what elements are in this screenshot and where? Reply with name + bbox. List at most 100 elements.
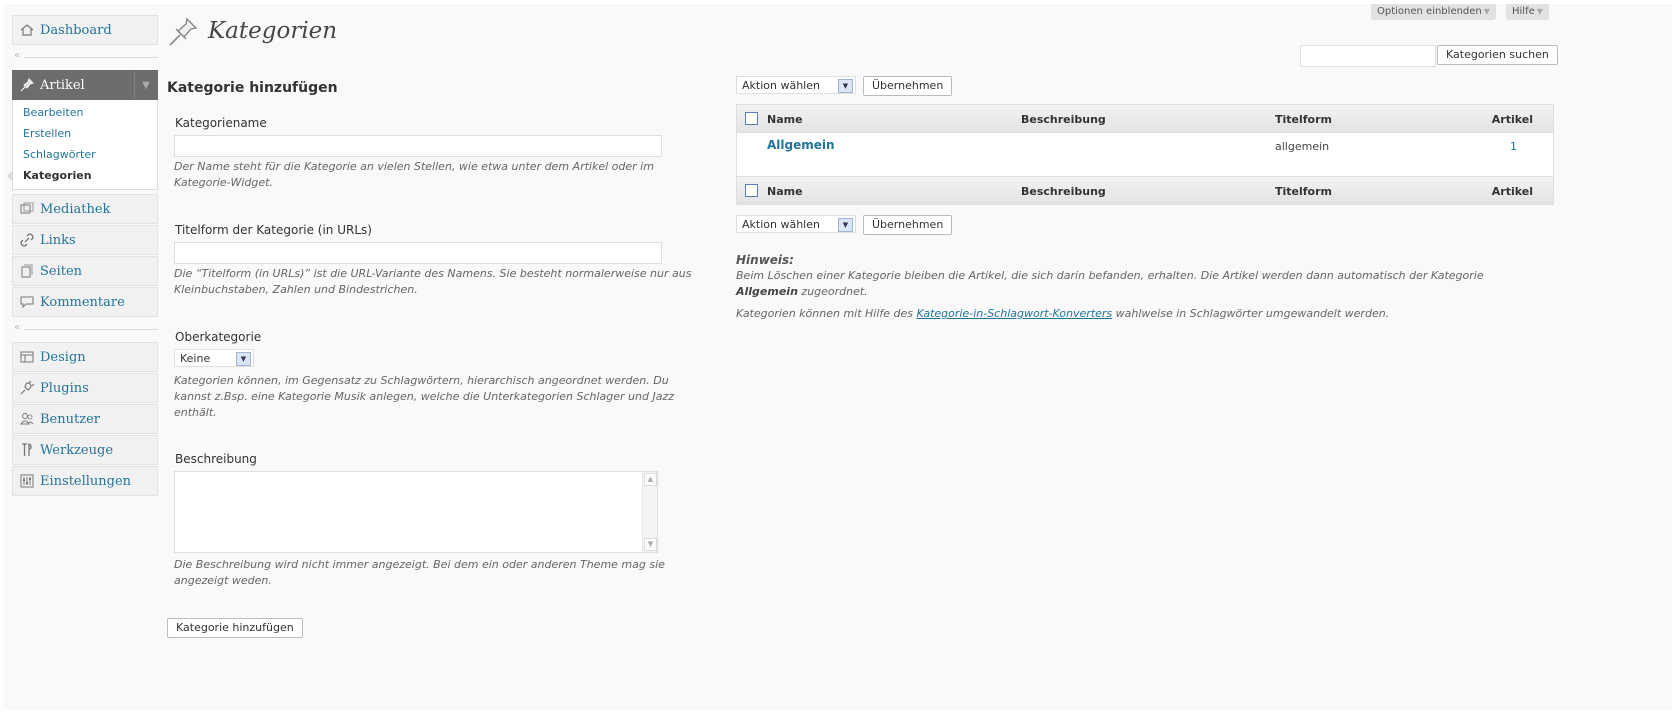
submenu-item-schlagwoerter[interactable]: Schlagwörter (13, 144, 157, 165)
column-header-slug[interactable]: Titelform (1275, 113, 1332, 126)
column-header-count[interactable]: Artikel (1492, 113, 1533, 126)
submenu-item-kategorien[interactable]: Kategorien (13, 165, 157, 186)
screen-options-tab[interactable]: Optionen einblenden ▼ (1371, 4, 1496, 20)
pushpin-icon (19, 77, 35, 93)
collapse-arrow-icon[interactable]: « (14, 322, 20, 333)
help-label: Hilfe (1512, 6, 1535, 17)
comment-icon (19, 294, 35, 310)
category-slug-help: Die “Titelform (in URLs)” ist die URL-Va… (174, 267, 692, 296)
screen-options-label: Optionen einblenden (1377, 6, 1482, 17)
category-name-input[interactable] (174, 135, 662, 157)
table-row: Allgemein allgemein 1 (737, 132, 1553, 177)
converter-note: Kategorien können mit Hilfe des Kategori… (736, 306, 1666, 322)
category-slug-label: Titelform der Kategorie (in URLs) (175, 223, 372, 237)
page-title: Kategorien (208, 18, 338, 44)
sidebar-item-label: Dashboard (40, 22, 112, 38)
chevron-down-icon: ▼ (1483, 7, 1490, 16)
media-icon (19, 201, 35, 217)
sidebar-item-label: Kommentare (40, 294, 125, 310)
sidebar-item-seiten[interactable]: Seiten (12, 256, 158, 286)
collapse-arrow-icon[interactable]: « (14, 50, 20, 61)
column-header-name[interactable]: Name (767, 113, 803, 126)
sidebar-item-kommentare[interactable]: Kommentare (12, 287, 158, 317)
sidebar-item-plugins[interactable]: Plugins (12, 373, 158, 403)
note-text-part: zugeordnet. (801, 285, 868, 298)
sidebar-item-artikel[interactable]: Artikel ▼ (12, 70, 158, 100)
search-categories-button[interactable]: Kategorien suchen (1437, 45, 1558, 65)
category-slug-input[interactable] (174, 242, 662, 264)
note-text-part: Beim Löschen einer Kategorie bleiben die… (736, 269, 1484, 282)
scroll-down-icon[interactable]: ▼ (644, 538, 657, 551)
category-count-link[interactable]: 1 (1510, 140, 1517, 153)
note-text-part: Kategorien können mit Hilfe des (736, 307, 914, 320)
parent-category-select[interactable]: Keine ▼ (174, 349, 254, 367)
converter-link[interactable]: Kategorie-in-Schlagwort-Konverters (917, 307, 1113, 320)
description-textarea[interactable]: ▲ ▼ (174, 471, 658, 553)
select-all-checkbox[interactable] (745, 112, 758, 125)
sidebar-item-links[interactable]: Links (12, 225, 158, 255)
note-text-part: wahlweise in Schlagwörter umgewandelt we… (1115, 307, 1390, 320)
sidebar-item-label: Werkzeuge (40, 442, 114, 458)
sidebar-item-benutzer[interactable]: Benutzer (12, 404, 158, 434)
bulk-action-value: Aktion wählen (742, 218, 820, 231)
categories-table: Name Beschreibung Titelform Artikel Allg… (736, 104, 1554, 205)
settings-icon (19, 473, 35, 489)
category-name-label: Kategoriename (175, 116, 267, 130)
column-footer-description[interactable]: Beschreibung (1021, 185, 1106, 198)
sidebar-item-label: Einstellungen (40, 473, 132, 489)
search-input[interactable] (1300, 45, 1436, 67)
add-category-heading: Kategorie hinzufügen (167, 80, 338, 96)
note-text: Beim Löschen einer Kategorie bleiben die… (736, 268, 1666, 300)
submenu-toggle-icon[interactable]: ▼ (134, 71, 157, 99)
pages-icon (19, 263, 35, 279)
column-header-description[interactable]: Beschreibung (1021, 113, 1106, 126)
column-footer-count[interactable]: Artikel (1492, 185, 1533, 198)
submenu-item-bearbeiten[interactable]: Bearbeiten (13, 102, 157, 123)
dropdown-arrow-icon: ▼ (838, 79, 853, 93)
sidebar-item-design[interactable]: Design (12, 342, 158, 372)
sidebar-item-label: Benutzer (40, 411, 100, 427)
apply-button-bottom[interactable]: Übernehmen (863, 215, 953, 235)
table-footer: Name Beschreibung Titelform Artikel (737, 177, 1553, 204)
description-label: Beschreibung (175, 452, 257, 466)
scroll-up-icon[interactable]: ▲ (644, 473, 657, 486)
design-icon (19, 349, 35, 365)
plug-icon (19, 380, 35, 396)
description-help: Die Beschreibung wird nicht immer angeze… (174, 558, 665, 587)
sidebar-item-label: Design (40, 349, 86, 365)
admin-sidebar: Dashboard « Artikel ▼ Bearbeiten Erstell… (12, 15, 158, 497)
link-icon (19, 232, 35, 248)
house-icon (19, 22, 35, 38)
sidebar-item-einstellungen[interactable]: Einstellungen (12, 466, 158, 496)
sidebar-item-label: Artikel (40, 77, 85, 93)
submenu-item-erstellen[interactable]: Erstellen (13, 123, 157, 144)
bulk-action-select-top[interactable]: Aktion wählen ▼ (736, 76, 856, 94)
menu-separator: « (12, 320, 158, 338)
sidebar-item-mediathek[interactable]: Mediathek (12, 194, 158, 224)
pushpin-icon (167, 16, 199, 51)
sidebar-item-dashboard[interactable]: Dashboard (12, 15, 158, 45)
add-category-button[interactable]: Kategorie hinzufügen (167, 618, 303, 638)
parent-category-value: Keine (180, 352, 211, 365)
chevron-down-icon: ▼ (1536, 7, 1543, 16)
sidebar-item-label: Links (40, 232, 76, 248)
artikel-submenu: Bearbeiten Erstellen Schlagwörter Katego… (12, 100, 158, 190)
sidebar-item-label: Plugins (40, 380, 89, 396)
note-default-category: Allgemein (736, 285, 798, 298)
help-tab[interactable]: Hilfe ▼ (1506, 4, 1549, 20)
textarea-scrollbar[interactable]: ▲ ▼ (642, 472, 657, 552)
category-name-link[interactable]: Allgemein (767, 138, 835, 152)
sidebar-item-label: Mediathek (40, 201, 111, 217)
note-title: Hinweis: (736, 253, 794, 267)
bulk-action-select-bottom[interactable]: Aktion wählen ▼ (736, 215, 856, 233)
select-all-checkbox[interactable] (745, 184, 758, 197)
table-header: Name Beschreibung Titelform Artikel (737, 105, 1553, 132)
menu-separator: « (12, 48, 158, 66)
column-footer-name[interactable]: Name (767, 185, 803, 198)
column-footer-slug[interactable]: Titelform (1275, 185, 1332, 198)
sidebar-item-label: Seiten (40, 263, 83, 279)
sidebar-item-werkzeuge[interactable]: Werkzeuge (12, 435, 158, 465)
admin-page: Optionen einblenden ▼ Hilfe ▼ Dashboard « … (4, 4, 1672, 710)
tools-icon (19, 442, 35, 458)
apply-button-top[interactable]: Übernehmen (863, 76, 953, 96)
